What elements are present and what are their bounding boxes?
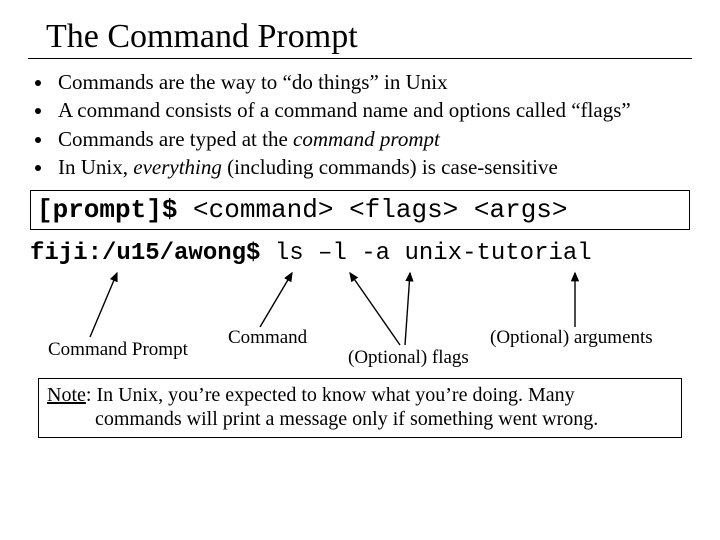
annotation-area: Command Prompt Command (Optional) flags …	[30, 267, 690, 372]
bullet-emph: everything	[133, 155, 222, 179]
bullet-text: Commands are typed at the	[58, 127, 293, 151]
syntax-box: [prompt]$ <command> <flags> <args>	[30, 190, 690, 230]
note-head: Note	[47, 384, 86, 406]
example-line: fiji:/u15/awong$ ls –l -a unix-tutorial	[30, 240, 690, 267]
bullet-emph: command prompt	[293, 127, 440, 151]
bullet-item: In Unix, everything (including commands)…	[54, 154, 692, 180]
example-prompt: fiji:/u15/awong$	[30, 240, 260, 267]
bullet-item: Commands are the way to “do things” in U…	[54, 69, 692, 95]
slide: The Command Prompt Commands are the way …	[0, 0, 720, 540]
label-optional-args: (Optional) arguments	[490, 327, 653, 349]
note-box: Note: In Unix, you’re expected to know w…	[38, 378, 682, 438]
example-command: ls –l -a unix-tutorial	[260, 240, 591, 267]
bullet-text: (including commands) is case-sensitive	[222, 155, 558, 179]
bullet-item: Commands are typed at the command prompt	[54, 126, 692, 152]
page-title: The Command Prompt	[46, 18, 692, 56]
syntax-rest: <command> <flags> <args>	[177, 195, 567, 225]
bullet-list: Commands are the way to “do things” in U…	[28, 69, 692, 180]
syntax-prompt: [prompt]$	[37, 195, 177, 225]
note-body-2: commands will print a message only if so…	[95, 408, 598, 430]
bullet-item: A command consists of a command name and…	[54, 97, 692, 123]
label-optional-flags: (Optional) flags	[348, 347, 469, 369]
label-command-prompt: Command Prompt	[48, 339, 188, 361]
note-body-1: : In Unix, you’re expected to know what …	[86, 384, 575, 406]
label-command: Command	[228, 327, 307, 349]
bullet-text: In Unix,	[58, 155, 133, 179]
title-underline	[28, 58, 692, 59]
